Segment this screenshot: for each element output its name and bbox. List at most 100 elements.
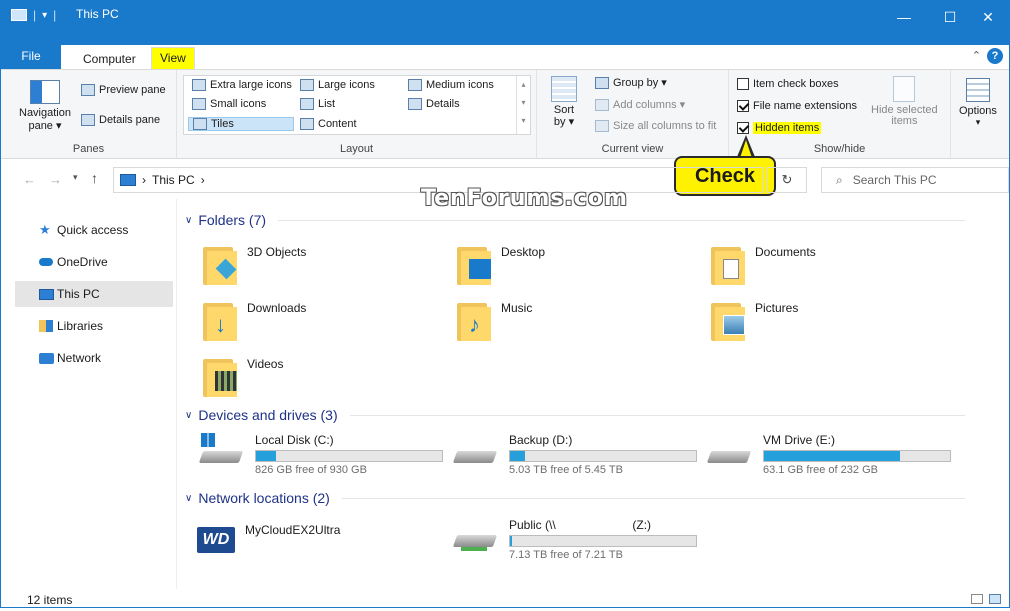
help-icon[interactable]: ? — [987, 48, 1003, 64]
group-by-button[interactable]: Group by ▾ — [595, 76, 667, 89]
drive-tile-c[interactable]: Local Disk (C:) 826 GB free of 930 GB — [198, 433, 443, 476]
gallery-scrollbar[interactable]: ▴ ▾ ▾ — [516, 76, 530, 134]
layout-small-icons[interactable]: Small icons — [192, 98, 266, 110]
group-by-label: Group by ▾ — [613, 77, 667, 89]
network-name-suffix: (Z:) — [632, 518, 652, 532]
sort-by-button[interactable]: Sort by ▾ — [551, 76, 577, 128]
folder-name: Downloads — [247, 301, 307, 315]
list-icon — [300, 98, 314, 110]
details-pane-label: Details pane — [99, 114, 161, 126]
item-check-boxes-checkbox[interactable]: Item check boxes — [737, 78, 839, 90]
recent-locations-icon[interactable]: ▾ — [73, 172, 78, 183]
refresh-icon: ↻ — [781, 172, 793, 187]
devices-section-header[interactable]: ∨ Devices and drives (3) — [185, 407, 965, 423]
group-by-icon — [595, 76, 609, 89]
folder-tile-downloads[interactable]: ↓ Downloads — [203, 301, 306, 341]
wd-logo-icon: WD — [197, 527, 235, 553]
tab-file[interactable]: File — [1, 45, 61, 69]
devices-section-label: Devices and drives (3) — [198, 407, 338, 423]
layout-extra-large-icons[interactable]: Extra large icons — [192, 79, 292, 91]
close-button[interactable]: ✕ — [965, 1, 1010, 33]
item-check-boxes-label: Item check boxes — [753, 78, 839, 90]
folder-tile-videos[interactable]: Videos — [203, 357, 283, 397]
title-bar: | ▾ | This PC — ☐ ✕ — [1, 1, 1009, 45]
computer-icon — [39, 288, 54, 300]
size-all-columns-button[interactable]: Size all columns to fit — [595, 120, 716, 132]
sort-by-icon — [551, 76, 577, 102]
nav-item-quick-access[interactable]: ★ Quick access — [15, 217, 173, 243]
file-name-extensions-check[interactable] — [737, 100, 749, 112]
qat-dropdown-icon[interactable]: ▾ — [42, 10, 47, 21]
layout-list[interactable]: List — [300, 98, 335, 110]
preview-pane-button[interactable]: Preview pane — [81, 84, 166, 96]
layout-tiles[interactable]: Tiles — [188, 117, 294, 131]
hard-drive-icon — [706, 433, 753, 467]
folders-section-header[interactable]: ∨ Folders (7) — [185, 212, 965, 228]
downloads-folder-icon: ↓ — [203, 301, 237, 341]
hidden-items-check[interactable] — [737, 122, 749, 134]
ribbon-collapse-icon[interactable]: ⌃ — [972, 49, 981, 62]
this-pc-icon[interactable] — [11, 9, 27, 21]
refresh-button[interactable]: ↻ — [767, 167, 807, 193]
folder-tile-desktop[interactable]: Desktop — [457, 245, 545, 285]
tab-computer[interactable]: Computer — [83, 49, 136, 69]
sort-by-label-2: by ▾ — [553, 116, 575, 128]
layout-label: Small icons — [210, 98, 267, 110]
network-section-header[interactable]: ∨ Network locations (2) — [185, 490, 965, 506]
breadcrumb-chevron-icon[interactable]: › — [201, 173, 205, 187]
layout-medium-icons[interactable]: Medium icons — [408, 79, 494, 91]
layout-label: List — [318, 98, 336, 110]
layout-large-icons[interactable]: Large icons — [300, 79, 375, 91]
hidden-items-checkbox[interactable]: Hidden items — [737, 122, 822, 134]
nav-item-network[interactable]: Network — [15, 345, 173, 371]
breadcrumb-this-pc[interactable]: This PC — [152, 173, 195, 187]
folder-tile-pictures[interactable]: Pictures — [711, 301, 798, 341]
folder-tile-music[interactable]: ♪ Music — [457, 301, 532, 341]
layout-content[interactable]: Content — [300, 118, 357, 130]
drive-free-space: 7.13 TB free of 7.21 TB — [509, 549, 623, 561]
drive-name: Backup (D:) — [509, 433, 573, 447]
window-title: This PC — [76, 7, 119, 21]
collapse-chevron-icon[interactable]: ∨ — [185, 493, 192, 504]
hide-selected-items-button[interactable]: Hide selected items — [871, 76, 938, 127]
folder-tile-3d-objects[interactable]: 3D Objects — [203, 245, 306, 285]
add-columns-button[interactable]: Add columns ▾ — [595, 98, 685, 111]
desktop-folder-icon — [457, 245, 491, 285]
network-tile-public[interactable]: Public (\\ (Z:) 7.13 TB free of 7.21 TB — [452, 517, 697, 561]
tab-view[interactable]: View — [151, 47, 195, 69]
forward-arrow-icon[interactable]: → — [49, 172, 62, 187]
drive-tile-d[interactable]: Backup (D:) 5.03 TB free of 5.45 TB — [452, 433, 697, 476]
item-check-boxes-check[interactable] — [737, 78, 749, 90]
collapse-chevron-icon[interactable]: ∨ — [185, 215, 192, 226]
minimize-button[interactable]: — — [881, 1, 927, 33]
add-columns-icon — [595, 98, 609, 111]
file-name-extensions-checkbox[interactable]: File name extensions — [737, 100, 857, 112]
network-tile-mycloud[interactable]: WD MyCloudEX2Ultra — [197, 523, 340, 553]
nav-item-libraries[interactable]: Libraries — [15, 313, 173, 339]
pictures-folder-icon — [711, 301, 745, 341]
windows-drive-icon — [198, 433, 245, 467]
drive-name: Local Disk (C:) — [255, 433, 334, 447]
nav-item-onedrive[interactable]: OneDrive — [15, 249, 173, 275]
search-box[interactable]: ⌕ Search This PC — [821, 167, 1009, 193]
drive-usage-bar — [255, 450, 443, 462]
details-view-icon[interactable] — [971, 594, 983, 604]
back-arrow-icon[interactable]: ← — [23, 172, 36, 187]
collapse-chevron-icon[interactable]: ∨ — [185, 410, 192, 421]
ribbon-tab-strip: File Computer View ⌃ ? — [1, 45, 1009, 69]
ribbon: Navigation pane ▾ Preview pane Details p… — [1, 69, 1009, 159]
navigation-pane-button[interactable]: Navigation pane ▾ — [19, 80, 71, 132]
up-arrow-icon[interactable]: ↑ — [91, 170, 98, 186]
videos-folder-icon — [203, 357, 237, 397]
network-icon — [39, 352, 54, 364]
navigation-pane-label-2: pane ▾ — [28, 120, 62, 132]
details-pane-button[interactable]: Details pane — [81, 114, 160, 126]
nav-item-this-pc[interactable]: This PC — [15, 281, 173, 307]
options-button[interactable]: Options ▾ — [959, 78, 997, 128]
layout-group-label: Layout — [339, 143, 374, 155]
layout-details[interactable]: Details — [408, 98, 460, 110]
drive-tile-e[interactable]: VM Drive (E:) 63.1 GB free of 232 GB — [706, 433, 951, 476]
tiles-view-icon[interactable] — [989, 594, 1001, 604]
size-all-columns-label: Size all columns to fit — [613, 120, 717, 132]
folder-tile-documents[interactable]: Documents — [711, 245, 816, 285]
